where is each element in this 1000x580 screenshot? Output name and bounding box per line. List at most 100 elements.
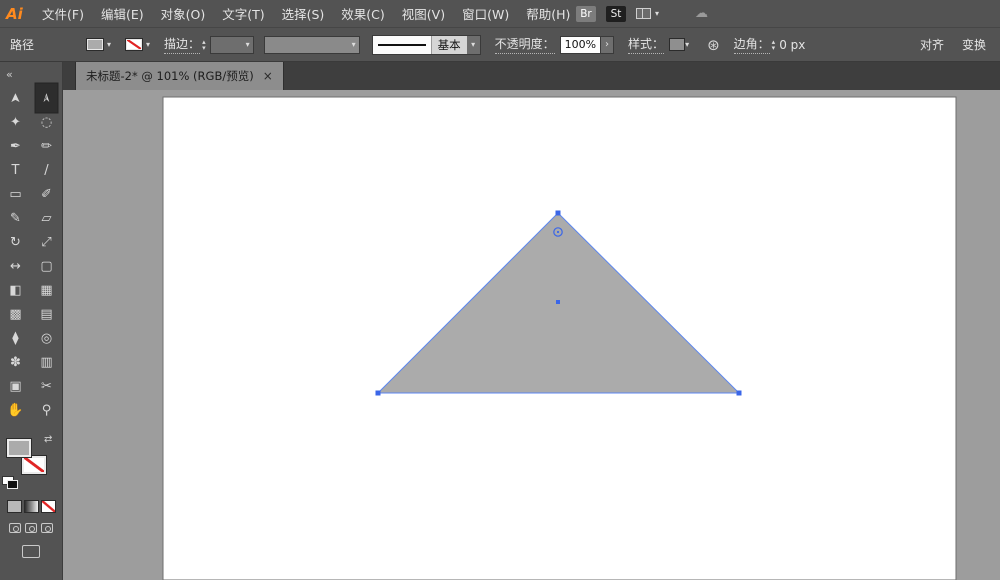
column-graph-tool-button[interactable]: ▥: [31, 350, 62, 374]
tool-grid: ➤➢✦◌✒✏T/▭✐✎▱↻⤢↔▢◧▦▩▤⧫◎✽▥▣✂✋⚲: [0, 86, 62, 422]
rotate-tool-button[interactable]: ↻: [0, 230, 31, 254]
anchor-point-top[interactable]: [556, 211, 561, 216]
document-tab[interactable]: 未标题-2* @ 101% (RGB/预览) ×: [75, 62, 284, 90]
stock-button[interactable]: St: [606, 6, 626, 22]
menubar-right: Br St ▾ ☁: [576, 6, 708, 22]
workspace-icon: [636, 8, 651, 19]
object-center-point[interactable]: [556, 300, 560, 304]
corner-label[interactable]: 边角：: [734, 35, 770, 54]
stroke-swatch[interactable]: [21, 455, 47, 475]
transform-panel-button[interactable]: 变换: [962, 36, 986, 53]
stroke-profile-label: 基本: [431, 36, 467, 54]
opacity-input[interactable]: 100%: [560, 36, 601, 54]
document-tab-title: 未标题-2* @ 101% (RGB/预览): [86, 68, 254, 84]
rectangle-tool-button[interactable]: ▭: [0, 182, 31, 206]
recolor-artwork-icon[interactable]: ⊛: [707, 36, 720, 54]
chevron-down-icon: ▾: [685, 40, 689, 49]
menu-items: 文件(F) 编辑(E) 对象(O) 文字(T) 选择(S) 效果(C) 视图(V) 窗口(W)…: [40, 2, 572, 25]
corner-group: 边角： ▴ ▾ 0 px: [734, 35, 806, 54]
stroke-weight-group: 描边： ▴ ▾ ▾: [164, 35, 254, 54]
gradient-tool-button[interactable]: ▤: [31, 302, 62, 326]
illustrator-window: Ai 文件(F) 编辑(E) 对象(O) 文字(T) 选择(S) 效果(C) 视图(V) 窗口…: [0, 0, 1000, 580]
color-type-buttons: [0, 500, 62, 513]
stroke-color-control[interactable]: ▾: [125, 38, 150, 51]
align-panel-button[interactable]: 对齐: [920, 36, 944, 53]
style-swatch-icon[interactable]: [669, 38, 685, 51]
menu-item-5[interactable]: 效果(C): [339, 2, 386, 25]
selection-tool-button[interactable]: ➤: [4, 83, 28, 114]
fill-color-control[interactable]: ▾: [86, 38, 111, 51]
menu-item-0[interactable]: 文件(F): [40, 2, 86, 25]
context-label: 路径: [10, 36, 34, 53]
screen-mode-button[interactable]: [22, 545, 40, 558]
menu-item-7[interactable]: 窗口(W): [460, 2, 511, 25]
lasso-tool-button[interactable]: ◌: [31, 110, 62, 134]
menu-item-1[interactable]: 编辑(E): [99, 2, 146, 25]
document-tab-bar: 未标题-2* @ 101% (RGB/预览) ×: [63, 62, 1000, 90]
blend-tool-button[interactable]: ◎: [31, 326, 62, 350]
none-button[interactable]: [41, 500, 56, 513]
control-bar: 路径 ▾ ▾ 描边： ▴ ▾ ▾ ▾ 基本 ▾: [0, 28, 1000, 62]
menu-item-3[interactable]: 文字(T): [220, 2, 266, 25]
pen-tool-button[interactable]: ✒: [0, 134, 31, 158]
corner-value[interactable]: 0 px: [779, 38, 805, 52]
perspective-grid-tool-button[interactable]: ▦: [31, 278, 62, 302]
zoom-tool-button[interactable]: ⚲: [31, 398, 62, 422]
corner-stepper[interactable]: ▴ ▾: [772, 39, 776, 51]
anchor-point-bottom-left[interactable]: [376, 391, 381, 396]
stroke-profile-dropdown[interactable]: 基本 ▾: [372, 35, 481, 55]
fill-swatch[interactable]: [6, 438, 32, 458]
swap-fill-stroke-icon[interactable]: ⇄: [44, 434, 52, 445]
gradient-button[interactable]: [24, 500, 39, 513]
pencil-tool-button[interactable]: ✎: [0, 206, 31, 230]
style-label[interactable]: 样式：: [628, 35, 664, 54]
chevron-down-icon: ▾: [107, 40, 111, 49]
canvas-svg: [63, 90, 1000, 580]
artboard-tool-button[interactable]: ▣: [0, 374, 31, 398]
eyedropper-tool-button[interactable]: ⧫: [0, 326, 31, 350]
opacity-label[interactable]: 不透明度：: [495, 35, 555, 54]
menu-item-8[interactable]: 帮助(H): [524, 2, 572, 25]
menu-item-2[interactable]: 对象(O): [159, 2, 208, 25]
eraser-tool-button[interactable]: ▱: [31, 206, 62, 230]
symbol-sprayer-tool-button[interactable]: ✽: [0, 350, 31, 374]
opacity-more-button[interactable]: ›: [601, 36, 614, 54]
fill-swatch-icon: [86, 38, 104, 51]
bridge-button[interactable]: Br: [576, 6, 596, 22]
color-button[interactable]: [7, 500, 22, 513]
menu-item-4[interactable]: 选择(S): [280, 2, 327, 25]
stroke-label[interactable]: 描边：: [164, 35, 200, 54]
draw-behind-button[interactable]: [25, 523, 37, 533]
workspace-switcher-button[interactable]: ▾: [636, 8, 659, 19]
slice-tool-button[interactable]: ✂: [31, 374, 62, 398]
shape-builder-tool-button[interactable]: ◧: [0, 278, 31, 302]
canvas[interactable]: [63, 90, 1000, 580]
width-tool-button[interactable]: ↔: [0, 254, 31, 278]
free-transform-tool-button[interactable]: ▢: [31, 254, 62, 278]
stroke-none-swatch-icon: [125, 38, 143, 51]
close-tab-icon[interactable]: ×: [263, 69, 273, 83]
line-segment-tool-button[interactable]: /: [31, 158, 62, 182]
app-logo-icon[interactable]: Ai: [6, 5, 32, 23]
stroke-weight-stepper[interactable]: ▴ ▾: [202, 39, 206, 51]
draw-normal-button[interactable]: [9, 523, 21, 533]
anchor-point-bottom-right[interactable]: [737, 391, 742, 396]
mesh-tool-button[interactable]: ▩: [0, 302, 31, 326]
draw-inside-button[interactable]: [41, 523, 53, 533]
brush-definition-dropdown[interactable]: ▾: [264, 36, 360, 54]
paintbrush-tool-button[interactable]: ✐: [31, 182, 62, 206]
direct-selection-tool-button[interactable]: ➢: [35, 83, 59, 114]
cs-live-icon[interactable]: ☁: [695, 6, 708, 21]
tools-panel: « ➤➢✦◌✒✏T/▭✐✎▱↻⤢↔▢◧▦▩▤⧫◎✽▥▣✂✋⚲ ⇄: [0, 62, 63, 580]
stepper-down-icon: ▾: [202, 45, 206, 51]
chevron-down-icon: ▾: [352, 40, 356, 49]
magic-wand-tool-button[interactable]: ✦: [0, 110, 31, 134]
type-tool-button[interactable]: T: [0, 158, 31, 182]
chevron-down-icon: ▾: [655, 9, 659, 18]
blob-brush-tool-button[interactable]: ✏: [31, 134, 62, 158]
menu-item-6[interactable]: 视图(V): [400, 2, 447, 25]
stroke-weight-dropdown[interactable]: ▾: [210, 36, 254, 54]
default-fill-stroke-icon[interactable]: [2, 476, 14, 485]
hand-tool-button[interactable]: ✋: [0, 398, 31, 422]
scale-tool-button[interactable]: ⤢: [31, 230, 62, 254]
